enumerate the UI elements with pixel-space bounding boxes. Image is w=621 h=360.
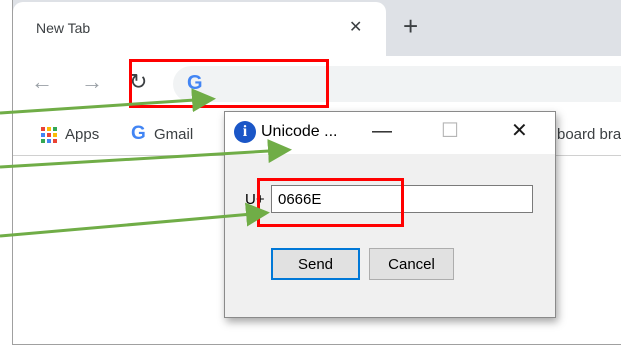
arrow-to-omnibox xyxy=(0,88,216,115)
arrow-to-input xyxy=(0,202,270,238)
arrow-to-dialog-title xyxy=(0,139,292,169)
annotation-arrows xyxy=(0,88,292,238)
